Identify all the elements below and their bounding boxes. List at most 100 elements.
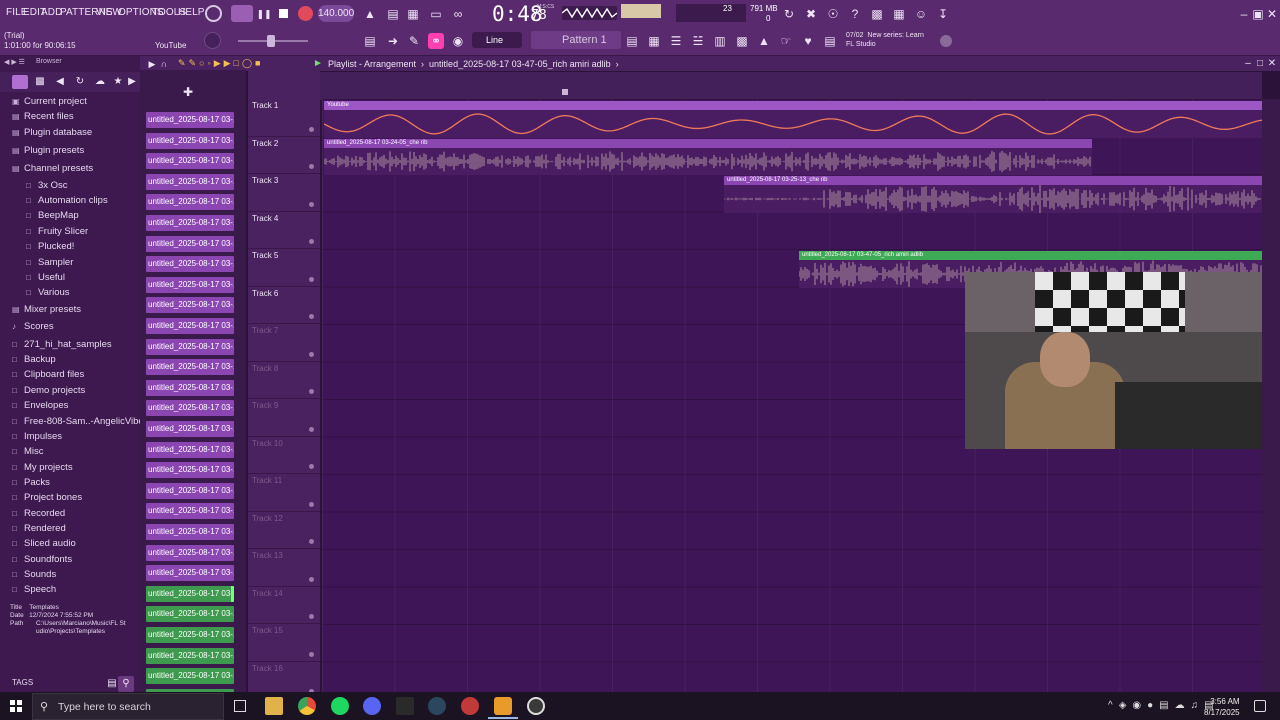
clip-che-rib-1-waveform[interactable] [323,148,1092,175]
plug-icon[interactable]: ▲ [756,33,772,49]
playlist-scrollbar[interactable] [1262,99,1280,692]
panic-icon[interactable]: ✖ [803,6,819,22]
track-mute-icon[interactable] [309,389,314,394]
plugin-icon[interactable]: ▦ [891,6,907,22]
playhead-marker[interactable] [562,89,568,95]
browser-item[interactable]: ▤ Channel presets [12,163,93,174]
settings-icon[interactable] [527,697,545,715]
pencil-icon[interactable]: ✎ [406,33,422,49]
fl-studio-icon[interactable] [494,697,512,715]
browser-item[interactable]: □ Automation clips [26,195,108,206]
picker-clip[interactable]: untitled_2025-08-17 03-... [146,256,234,273]
close-icon[interactable]: ✕ [1264,6,1280,22]
browser-item[interactable]: □ Fruity Slicer [26,226,88,237]
magnet-icon[interactable]: ◉ [450,33,466,49]
browser-item[interactable]: ▤ Mixer presets [12,304,81,315]
track-mute-icon[interactable] [309,501,314,507]
browser-all-icon[interactable] [12,75,28,89]
picker-clip[interactable]: untitled_2025-08-17 03-... [146,235,234,252]
obs-icon[interactable] [461,697,479,715]
track-mute-icon[interactable] [309,239,314,244]
news-arrow-icon[interactable] [940,35,952,47]
track-header[interactable]: Track 10 [248,437,320,474]
blend-notes-icon[interactable]: ▦ [405,6,421,22]
browser-files-icon[interactable]: ▩ [32,74,48,90]
browser-item[interactable]: □ Clipboard files [12,369,84,380]
track-mute-icon[interactable] [309,314,314,319]
picker-clip[interactable]: untitled_2025-08-17 03-... [146,359,234,376]
picker-clip[interactable]: untitled_2025-08-17 03-... [146,153,234,170]
picker-clip[interactable]: untitled_2025-08-17 03-... [146,462,234,479]
countdown-icon[interactable]: ▤ [385,6,401,22]
track-header[interactable]: Track 3 [248,174,320,212]
picker-clip[interactable]: untitled_2025-08-17 03-... [146,421,234,437]
steam-icon[interactable] [428,697,446,715]
arrow-right-icon[interactable]: ➜ [385,33,401,49]
play-icon[interactable]: ❚❚ [256,6,272,22]
track-header[interactable]: Track 5 [248,249,320,287]
browser-item[interactable]: □ Rendered [12,523,66,534]
browser-expand-icon[interactable]: ▶ [124,74,140,90]
playlist-tools-icon[interactable]: ✎✎○◦▶▶□◯■ [178,58,306,69]
picker-clip[interactable]: untitled_2025-08-17 03-... [146,338,234,355]
pattern-song-toggle[interactable] [231,5,253,22]
picker-clip[interactable]: untitled_2025-08-17 03-... [146,194,234,211]
refresh-icon[interactable]: ↻ [781,6,797,22]
mixer-icon[interactable]: ☰ [668,33,684,49]
browser-item[interactable]: □ Plucked! [26,241,74,252]
track-header[interactable]: Track 6 [248,287,320,324]
browser-cloud-icon[interactable]: ☁ [92,74,108,90]
step-edit-icon[interactable]: ▭ [428,6,444,22]
track-header[interactable]: Track 12 [248,512,320,549]
browser-arrows-icon[interactable]: ◀ ▶ ☰ [4,58,25,66]
track-header[interactable]: Track 1 [248,99,320,137]
browser-item[interactable]: □ 271_hi_hat_samples [12,339,112,350]
browser-item[interactable]: □ Misc [12,446,44,457]
channel-rack-icon[interactable]: ▦ [646,33,662,49]
timeline-ruler[interactable] [248,72,1262,100]
track-mute-icon[interactable] [309,201,314,207]
file-explorer-icon[interactable] [265,697,283,715]
touch-icon[interactable]: ☞ [778,33,794,49]
track-mute-icon[interactable] [309,614,314,619]
notifications-icon[interactable] [1254,700,1266,712]
browser-item[interactable]: □ My projects [12,462,73,473]
picker-clip[interactable]: untitled_2025-08-17 03-... [146,379,234,396]
track-mute-icon[interactable] [309,126,314,132]
tree-icon[interactable]: ▥ [712,33,728,49]
volume-slider-handle[interactable] [267,35,275,47]
track-header[interactable]: Track 8 [248,362,320,399]
cart-icon[interactable]: ▤ [822,33,838,49]
track-header[interactable]: Track 11 [248,474,320,512]
browser-item[interactable]: ▣ Current project [12,96,87,107]
chat-icon[interactable]: ☺ [913,6,929,22]
browser-item[interactable]: □ Envelopes [12,400,68,411]
browser-icon[interactable]: ▩ [734,33,750,49]
track-header[interactable]: Track 9 [248,399,320,437]
track-mute-icon[interactable] [309,351,314,357]
spotify-icon[interactable] [331,697,349,715]
record-button[interactable] [298,6,313,21]
browser-item[interactable]: □ Sounds [12,569,56,580]
system-tray-icons[interactable]: ^◈◉●▤☁♫▤ [1108,700,1220,711]
taskbar-clock[interactable]: 3:56 AM 8/17/2025 [1204,696,1240,718]
picker-clip[interactable]: untitled_2025-08-17 03-... [146,647,234,664]
browser-item[interactable]: □ Soundfonts [12,554,72,565]
clip-che-rib-1-header[interactable]: untitled_2025-08-17 03-24-05_che rib [324,139,1092,148]
browser-item[interactable]: ▤ Plugin presets [12,145,84,156]
track-header[interactable]: Track 2 [248,137,320,174]
picker-clip[interactable]: untitled_2025-08-17 03-... [146,668,234,685]
track-mute-icon[interactable] [309,426,314,432]
track-mute-icon[interactable] [309,576,314,582]
browser-item[interactable]: □ 3x Osc [26,180,68,191]
track-mute-icon[interactable] [309,464,314,469]
clip-che-rib-2-header[interactable]: untitled_2025-08-17 03-25-13_che rib [724,176,1262,185]
track-header[interactable]: Track 4 [248,212,320,249]
search-tags-icon[interactable]: ⚲ [118,676,134,692]
picker-move-icon[interactable]: ✚ [180,84,196,100]
picker-clip[interactable]: untitled_2025-08-17 03-... [146,565,234,582]
picker-clip[interactable]: untitled_2025-08-17 03-... [146,585,234,602]
track-header[interactable]: Track 14 [248,587,320,624]
browser-refresh-icon[interactable]: ↻ [72,74,88,90]
clip-che-rib-2-waveform[interactable] [723,185,1262,213]
